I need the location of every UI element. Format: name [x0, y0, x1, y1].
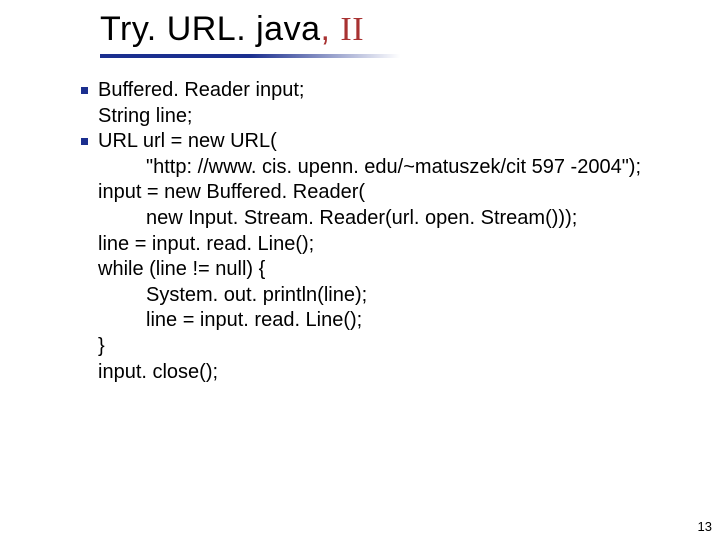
code-row: String line; — [70, 104, 690, 130]
code-row: line = input. read. Line(); — [70, 308, 690, 334]
slide: Try. URL. java, II Buffered. Reader inpu… — [0, 0, 720, 540]
page-number: 13 — [698, 519, 712, 534]
code-line: input. close(); — [98, 360, 690, 386]
code-row: } — [70, 334, 690, 360]
code-row: "http: //www. cis. upenn. edu/~matuszek/… — [70, 155, 690, 181]
code-line: URL url = new URL( — [98, 129, 690, 155]
bullet-icon — [70, 129, 98, 145]
title-sep: , — [320, 10, 340, 48]
code-line: } — [98, 334, 690, 360]
bullet-row-1: Buffered. Reader input; — [70, 78, 690, 104]
title-main: Try. URL. java — [100, 10, 320, 48]
code-row: input. close(); — [70, 360, 690, 386]
title-underline — [100, 54, 400, 58]
code-line: line = input. read. Line(); — [98, 308, 690, 334]
bullet-row-2: URL url = new URL( — [70, 129, 690, 155]
slide-title: Try. URL. java, II — [100, 10, 364, 49]
code-line: line = input. read. Line(); — [98, 232, 690, 258]
code-row: new Input. Stream. Reader(url. open. Str… — [70, 206, 690, 232]
code-line: while (line != null) { — [98, 257, 690, 283]
code-line: Buffered. Reader input; — [98, 78, 690, 104]
code-line: String line; — [98, 104, 690, 130]
code-row: line = input. read. Line(); — [70, 232, 690, 258]
code-line: input = new Buffered. Reader( — [98, 180, 690, 206]
content-area: Buffered. Reader input; String line; URL… — [70, 78, 690, 385]
bullet-icon — [70, 78, 98, 94]
title-roman: II — [340, 11, 364, 48]
code-row: System. out. println(line); — [70, 283, 690, 309]
code-row: while (line != null) { — [70, 257, 690, 283]
code-line: System. out. println(line); — [98, 283, 690, 309]
code-line: "http: //www. cis. upenn. edu/~matuszek/… — [98, 155, 690, 181]
code-line: new Input. Stream. Reader(url. open. Str… — [98, 206, 690, 232]
code-row: input = new Buffered. Reader( — [70, 180, 690, 206]
